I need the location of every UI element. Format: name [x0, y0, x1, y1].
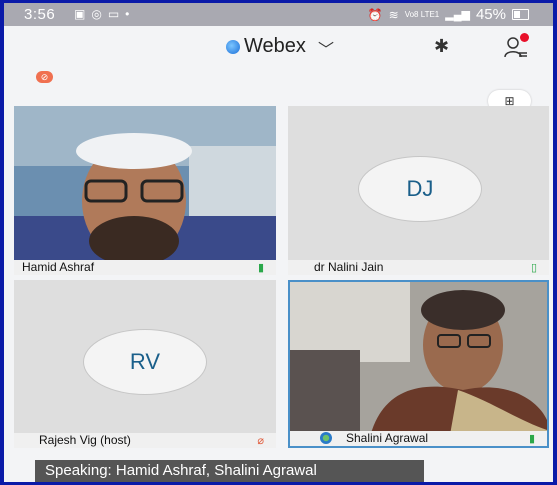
avatar: RV [83, 329, 207, 395]
participant-tile[interactable]: Hamid Ashraf ▮ [14, 106, 276, 275]
participant-video [290, 282, 547, 446]
participant-tile[interactable]: RV Rajesh Vig (host) ⌀ [14, 280, 276, 448]
battery-icon [512, 9, 529, 20]
recording-badge-icon[interactable]: ⊘ [36, 71, 53, 83]
participant-namebar: dr Nalini Jain ▯ [288, 260, 549, 275]
status-bar: 3:56 ▣ ◎ ▭ • ⏰ ≋ Vo8 LTE1 ▂▄▆ 45% [4, 3, 553, 26]
mic-on-icon: ▮ [257, 262, 264, 274]
participant-video [14, 106, 276, 275]
active-speakers-label: Speaking: Hamid Ashraf, Shalini Agrawal [35, 460, 424, 482]
webex-logo-icon [226, 40, 240, 54]
gallery-icon: ▣ [74, 7, 86, 21]
bluetooth-icon[interactable]: ✱ [434, 36, 449, 57]
dot-icon: • [125, 7, 130, 21]
app-frame: 3:56 ▣ ◎ ▭ • ⏰ ≋ Vo8 LTE1 ▂▄▆ 45% Webex … [4, 3, 553, 482]
participant-namebar: Hamid Ashraf ▮ [14, 260, 276, 275]
avatar: DJ [358, 156, 482, 222]
participant-tile[interactable]: DJ dr Nalini Jain ▯ [288, 106, 549, 275]
notification-dot [520, 33, 529, 42]
signal-icon: ▂▄▆ [445, 9, 470, 21]
signal-text: Vo8 LTE1 [404, 10, 440, 19]
participant-name: Rajesh Vig (host) [39, 433, 131, 447]
battery-percent: 45% [475, 6, 506, 23]
participant-namebar: Rajesh Vig (host) ⌀ [14, 433, 276, 448]
whatsapp-icon: ◎ [91, 7, 102, 21]
message-icon: ▭ [107, 7, 120, 21]
mic-on-icon: ▮ [528, 433, 535, 445]
status-right: ⏰ ≋ Vo8 LTE1 ▂▄▆ 45% [368, 6, 529, 23]
participant-name: Hamid Ashraf [22, 260, 95, 274]
active-speaker-icon [320, 432, 332, 444]
mic-muted-icon: ⌀ [257, 435, 264, 447]
mic-on-icon: ▯ [530, 262, 537, 274]
notification-icons: ▣ ◎ ▭ • [74, 7, 129, 21]
participant-name: Shalini Agrawal [346, 431, 429, 445]
meeting-header: Webex ﹀ ✱ [4, 26, 553, 68]
app-title[interactable]: Webex [244, 35, 306, 58]
participant-name: dr Nalini Jain [314, 260, 384, 274]
chevron-down-icon[interactable]: ﹀ [318, 36, 334, 60]
participant-namebar: Shalini Agrawal ▮ [290, 431, 547, 446]
status-time: 3:56 [24, 6, 56, 23]
wifi-icon: ≋ [388, 7, 399, 22]
alarm-icon: ⏰ [367, 7, 383, 22]
participant-tile-active-speaker[interactable]: Shalini Agrawal ▮ [288, 280, 549, 448]
